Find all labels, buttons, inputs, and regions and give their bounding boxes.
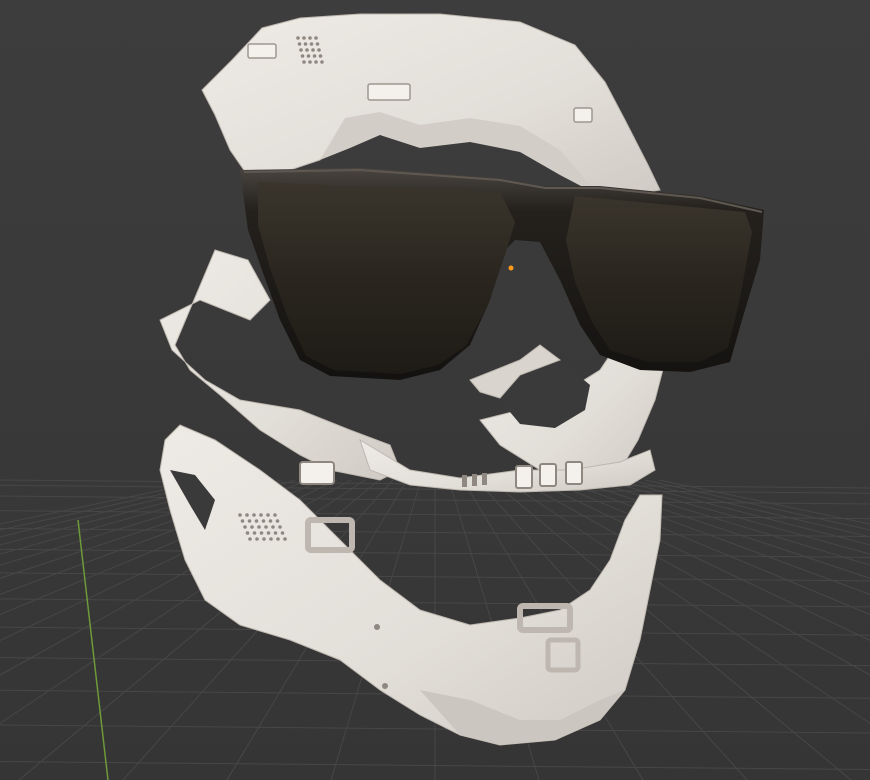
vent-dot [302, 60, 306, 64]
vent-dot [271, 525, 275, 529]
vent-dot [312, 54, 317, 58]
vent-dot [306, 54, 311, 58]
vent-dot [308, 36, 312, 40]
cranium-vent [367, 83, 411, 101]
vent-dot [299, 48, 303, 52]
vent-dot [278, 525, 282, 529]
vent-dot [243, 525, 247, 529]
3d-viewport[interactable] [0, 0, 870, 780]
vent-dot [297, 42, 302, 46]
vent-dot [302, 36, 306, 40]
vent-dot [276, 537, 280, 541]
vent-dot [311, 48, 315, 52]
vent-dot [264, 525, 268, 529]
jaw-pin-hole [374, 624, 380, 630]
vent-dot [314, 60, 318, 64]
vent-dot [252, 513, 256, 517]
vent-dot [245, 513, 249, 517]
vent-dot [261, 519, 266, 523]
vent-dot [303, 42, 308, 46]
vent-dot [314, 36, 318, 40]
vent-dot [240, 519, 245, 523]
viewport-canvas[interactable] [0, 0, 870, 780]
vent-dot [247, 519, 252, 523]
cranium-vent [573, 107, 593, 123]
vent-dot [262, 537, 266, 541]
vent-dot [273, 513, 277, 517]
vent-dot [248, 537, 252, 541]
cranium-vent [247, 43, 277, 59]
vent-dot [238, 513, 242, 517]
vent-dot [252, 531, 257, 535]
vent-dot [250, 525, 254, 529]
vent-dot [254, 519, 259, 523]
vent-dot [266, 531, 271, 535]
vent-dot [296, 36, 300, 40]
vent-dot [268, 519, 273, 523]
origin-marker[interactable] [508, 265, 514, 271]
vent-dot [266, 513, 270, 517]
vent-dot [300, 54, 305, 58]
vent-dot [269, 537, 273, 541]
vent-dot [275, 519, 280, 523]
vent-dot [305, 48, 309, 52]
vent-dot [257, 525, 261, 529]
vent-dot [318, 54, 323, 58]
vent-dot [320, 60, 324, 64]
vent-dot [255, 537, 259, 541]
vent-dot [259, 531, 264, 535]
vent-dot [309, 42, 314, 46]
vent-dot [280, 531, 285, 535]
vent-dot [259, 513, 263, 517]
vent-dot [308, 60, 312, 64]
vent-dot [315, 42, 320, 46]
jaw-pin-hole [382, 683, 388, 689]
vent-dot [283, 537, 287, 541]
vent-dot [317, 48, 321, 52]
vent-dot [273, 531, 278, 535]
vent-dot [245, 531, 250, 535]
